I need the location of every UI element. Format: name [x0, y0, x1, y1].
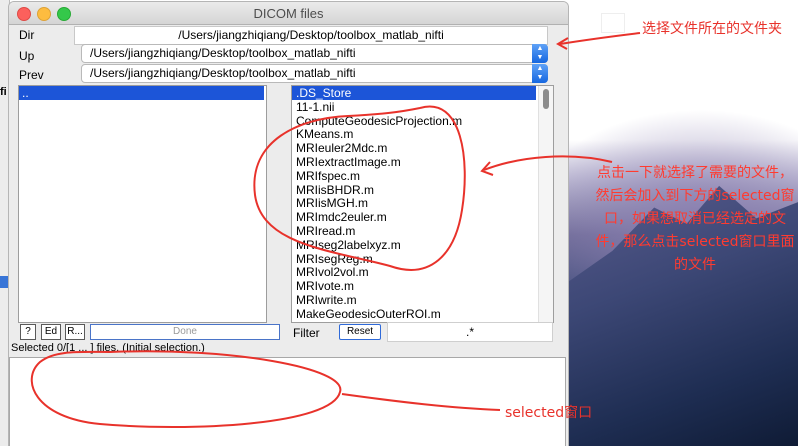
title-bar[interactable]: DICOM files [9, 2, 568, 25]
dir-label: Dir [19, 28, 35, 42]
list-item[interactable]: MRIseg2labelxyz.m [292, 238, 553, 252]
desktop-file-icon[interactable] [602, 14, 624, 32]
help-button[interactable]: ? [20, 324, 36, 340]
up-dropdown[interactable]: /Users/jiangzhiqiang/Desktop/toolbox_mat… [81, 44, 548, 63]
edit-button[interactable]: Ed [41, 324, 61, 340]
window-title: DICOM files [253, 6, 324, 21]
list-item[interactable]: MRIwrite.m [292, 293, 553, 307]
background-selection [0, 276, 9, 288]
list-item[interactable]: .DS_Store [292, 86, 536, 100]
list-item[interactable]: ComputeGeodesicProjection.m [292, 114, 553, 128]
annotation-file-note: 点击一下就选择了需要的文件，然后会加入到下方的selected窗口，如果想取消已… [595, 165, 795, 273]
list-item[interactable]: MRIsegReg.m [292, 252, 553, 266]
filter-input[interactable]: .* [387, 322, 553, 342]
prev-dropdown[interactable]: /Users/jiangzhiqiang/Desktop/toolbox_mat… [81, 64, 548, 83]
list-item[interactable]: MRIisBHDR.m [292, 183, 553, 197]
list-item[interactable]: MRIread.m [292, 224, 553, 238]
up-dropdown-arrow-icon[interactable]: ▲ ▼ [532, 44, 548, 63]
background-window-label: fi [0, 86, 7, 98]
selected-files-list[interactable] [9, 357, 566, 446]
directory-list[interactable]: .. [18, 85, 267, 323]
prev-value: /Users/jiangzhiqiang/Desktop/toolbox_mat… [90, 66, 356, 80]
up-label: Up [19, 49, 35, 63]
list-item[interactable]: MRImdc2euler.m [292, 210, 553, 224]
filter-label: Filter [293, 326, 320, 340]
list-item[interactable]: MRIvote.m [292, 279, 553, 293]
annotation-folder-note: 选择文件所在的文件夹 [642, 21, 782, 37]
dicom-files-window: DICOM files Dir /Users/jiangzhiqiang/Des… [9, 2, 568, 446]
scrollbar-thumb[interactable] [543, 89, 549, 109]
prev-label: Prev [19, 68, 44, 82]
annotation-selected-note: selected窗口 [505, 405, 593, 421]
file-list-scrollbar[interactable] [538, 86, 553, 322]
done-button[interactable]: Done [90, 324, 280, 340]
prev-dropdown-arrow-icon[interactable]: ▲ ▼ [532, 64, 548, 83]
reset-button[interactable]: Reset [339, 324, 381, 340]
list-item[interactable]: MakeGeodesicOuterROI.m [292, 307, 553, 321]
list-item[interactable]: KMeans.m [292, 127, 553, 141]
status-text: Selected 0/[1 ... ] files. (Initial sele… [11, 342, 205, 354]
list-item[interactable]: MRIeuler2Mdc.m [292, 141, 553, 155]
list-item[interactable]: .. [19, 86, 264, 100]
list-item[interactable]: MRIfspec.m [292, 169, 553, 183]
list-item[interactable]: 11-1.nii [292, 100, 553, 114]
list-item[interactable]: MRIextractImage.m [292, 155, 553, 169]
recursive-button[interactable]: R... [65, 324, 85, 340]
file-list[interactable]: .DS_Store 11-1.nii ComputeGeodesicProjec… [291, 85, 554, 323]
up-value: /Users/jiangzhiqiang/Desktop/toolbox_mat… [90, 46, 356, 60]
list-item[interactable]: MRIisMGH.m [292, 196, 553, 210]
dir-field: /Users/jiangzhiqiang/Desktop/toolbox_mat… [74, 26, 548, 45]
list-item[interactable]: MRIvol2vol.m [292, 265, 553, 279]
